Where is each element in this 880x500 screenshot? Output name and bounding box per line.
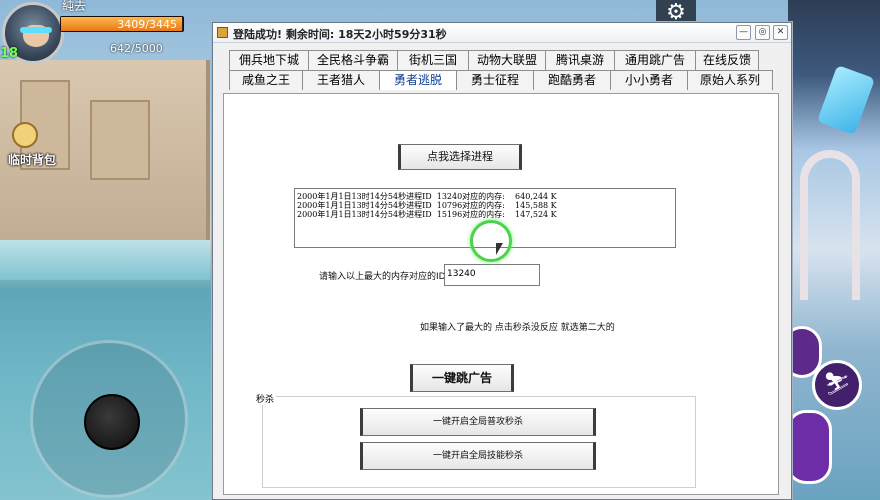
hp-text: 3409/3445	[117, 18, 177, 31]
clock-bag-icon	[12, 122, 38, 148]
minimize-button[interactable]: —	[736, 25, 751, 40]
select-process-button[interactable]: 点我选择进程	[398, 144, 522, 170]
watermark-latin: pipaw	[228, 312, 309, 340]
wall-pillar	[90, 100, 150, 180]
log-line: 2000年1月1日13时14分54秒进程ID 13240对应的内存: 640,2…	[297, 192, 557, 201]
tab-tab-row-1-5[interactable]: 通用跳广告	[614, 50, 696, 70]
temp-bag-button[interactable]: 临时背包	[8, 122, 58, 172]
watermark-cn: 琵琶网	[224, 349, 278, 370]
tab-tab-row-2-1[interactable]: 王者猎人	[302, 70, 380, 90]
crystal	[816, 64, 876, 136]
tab-tab-row-1-2[interactable]: 街机三国	[397, 50, 469, 70]
skill-button-2[interactable]: ⛷	[812, 360, 862, 410]
restore-button[interactable]: ◎	[755, 25, 770, 40]
watermark-suffix: .COM	[308, 326, 339, 337]
skill-button-3[interactable]	[786, 410, 832, 484]
close-button[interactable]: ✕	[773, 25, 788, 40]
tab-row-bottom: 咸鱼之王 王者猎人 勇者逃脱 勇士征程 跑酷勇者 小小勇者 原始人系列	[229, 70, 773, 90]
tab-tab-row-2-3[interactable]: 勇士征程	[456, 70, 534, 90]
instakill-group-label: 秒杀	[254, 392, 277, 405]
tab-tab-row-2-6[interactable]: 原始人系列	[687, 70, 773, 90]
tab-row-top: 佣兵地下城 全民格斗争霸 街机三国 动物大联盟 腾讯桌游 通用跳广告 在线反馈	[229, 50, 759, 70]
water	[0, 240, 210, 280]
virtual-joystick[interactable]	[30, 340, 188, 498]
log-lines: 2000年1月1日13时14分54秒进程ID 13240对应的内存: 640,2…	[295, 192, 675, 219]
tab-tab-row-1-0[interactable]: 佣兵地下城	[229, 50, 309, 70]
tab-panel-brave-escape: 点我选择进程 2000年1月1日13时14分54秒进程ID 13240对应的内存…	[223, 93, 779, 495]
log-line: 2000年1月1日13时14分54秒进程ID 10796对应的内存: 145,5…	[297, 201, 557, 210]
window-client: 佣兵地下城 全民格斗争霸 街机三国 动物大联盟 腾讯桌游 通用跳广告 在线反馈 咸鱼之王 王者…	[221, 47, 787, 497]
skip-ad-button[interactable]: 一键跳广告	[410, 364, 514, 392]
player-level: 18	[0, 46, 19, 61]
global-skill-attack-button[interactable]: 一键开启全局技能秒杀	[360, 442, 596, 470]
log-line: 2000年1月1日13时14分54秒进程ID 15196对应的内存: 147,5…	[297, 210, 557, 219]
tool-window: 登陆成功! 剩余时间: 18天2小时59分31秒 — ◎ ✕ 佣兵地下城 全民格斗…	[212, 22, 792, 500]
app-icon	[217, 27, 228, 38]
hint-text: 如果输入了最大的 点击秒杀没反应 就选第二大的	[420, 323, 615, 333]
tab-tab-row-1-3[interactable]: 动物大联盟	[468, 50, 546, 70]
tab-tab-row-2-2[interactable]: 勇者逃脱	[379, 70, 457, 90]
click-highlight-ring	[470, 220, 512, 262]
tab-tab-row-2-0[interactable]: 咸鱼之王	[229, 70, 303, 90]
tab-tab-row-1-4[interactable]: 腾讯桌游	[545, 50, 615, 70]
tab-tab-row-2-4[interactable]: 跑酷勇者	[533, 70, 611, 90]
pid-prompt: 请输入以上最大的内存对应的ID	[319, 272, 446, 282]
watermark-logo: pipaw.COM	[228, 314, 339, 344]
tab-tab-row-1-6[interactable]: 在线反馈	[695, 50, 759, 70]
stone-arch	[800, 150, 860, 300]
window-title: 登陆成功! 剩余时间: 18天2小时59分31秒	[233, 28, 447, 41]
joystick-knob[interactable]	[84, 394, 140, 450]
title-bar[interactable]: 登陆成功! 剩余时间: 18天2小时59分31秒 — ◎ ✕	[213, 23, 791, 43]
avatar-visor	[20, 27, 52, 33]
global-normal-attack-button[interactable]: 一键开启全局普攻秒杀	[360, 408, 596, 436]
mouse-pointer-icon	[496, 243, 503, 255]
pid-input[interactable]: 13240	[444, 264, 540, 286]
tab-tab-row-2-5[interactable]: 小小勇者	[610, 70, 688, 90]
hp-bar: 3409/3445	[60, 16, 184, 32]
player-name: 純去	[62, 0, 87, 13]
mp-text: 642/5000	[110, 42, 163, 55]
temp-bag-label: 临时背包	[8, 153, 57, 167]
tab-tab-row-1-1[interactable]: 全民格斗争霸	[308, 50, 398, 70]
